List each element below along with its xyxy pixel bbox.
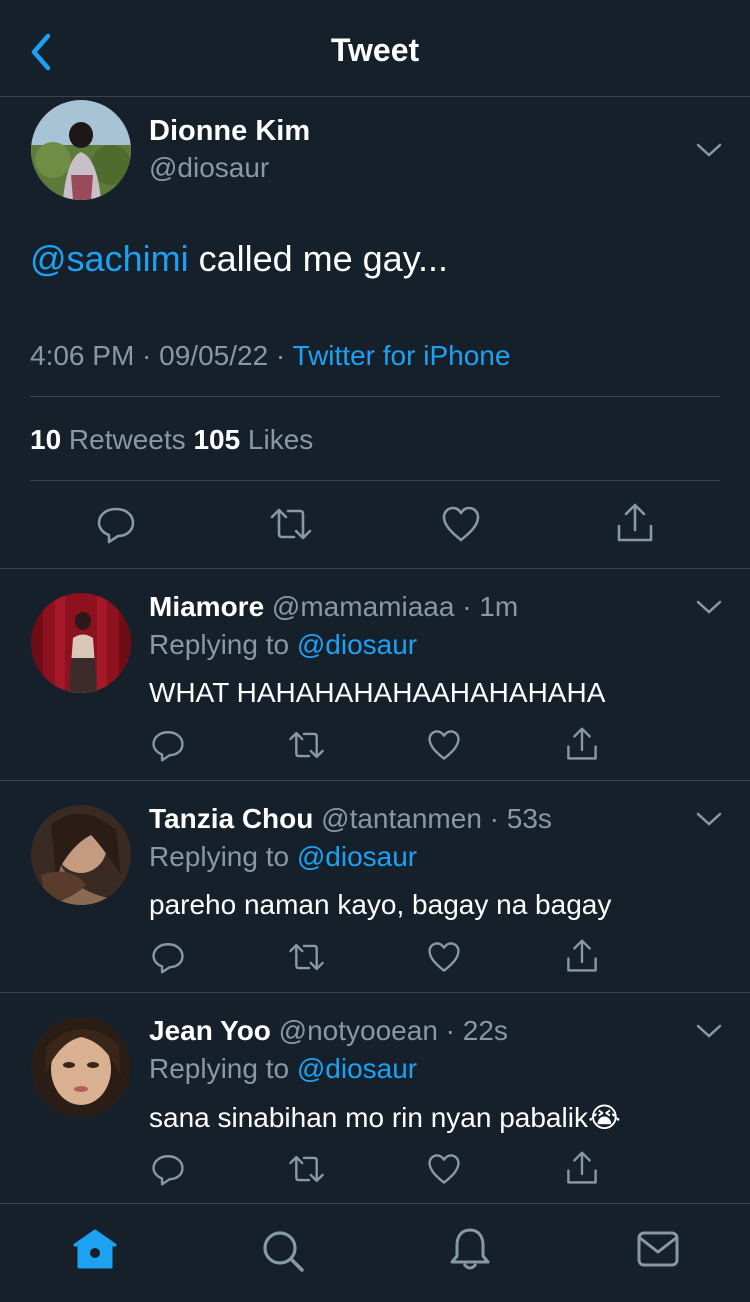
- replying-to: Replying to @diosaur: [149, 629, 417, 661]
- likes-label[interactable]: Likes: [240, 424, 313, 455]
- like-icon[interactable]: [441, 504, 481, 549]
- share-icon[interactable]: [565, 938, 599, 979]
- chevron-down-icon[interactable]: [694, 140, 724, 160]
- reply-author-name[interactable]: Jean Yoo: [149, 1015, 271, 1046]
- author-handle[interactable]: @diosaur: [149, 152, 269, 184]
- replying-label: Replying to: [149, 1053, 297, 1084]
- share-icon[interactable]: [565, 726, 599, 767]
- tweet-body: called me gay...: [188, 238, 449, 279]
- author-name[interactable]: Dionne Kim: [149, 115, 310, 148]
- chevron-down-icon[interactable]: [694, 597, 724, 617]
- reply-header: Jean Yoo @notyooean · 22s: [149, 1015, 508, 1047]
- reply-author-handle[interactable]: @mamamiaaa: [264, 591, 455, 622]
- divider: [0, 992, 750, 993]
- replying-label: Replying to: [149, 841, 297, 872]
- page-title: Tweet: [330, 32, 420, 68]
- reply-author-handle[interactable]: @tantanmen: [313, 803, 482, 834]
- tweet-timestamp: 4:06 PM · 09/05/22 ·: [30, 340, 293, 371]
- chevron-down-icon[interactable]: [694, 1021, 724, 1041]
- divider: [0, 568, 750, 569]
- replying-to: Replying to @diosaur: [149, 841, 417, 873]
- tweet-text: @sachimi called me gay...: [30, 238, 448, 280]
- avatar[interactable]: [31, 100, 131, 200]
- like-icon[interactable]: [427, 940, 461, 979]
- avatar[interactable]: [31, 593, 131, 693]
- avatar[interactable]: [31, 1017, 131, 1117]
- divider: [0, 96, 750, 97]
- share-icon[interactable]: [615, 502, 655, 549]
- reply-text: pareho naman kayo, bagay na bagay: [149, 889, 612, 920]
- like-icon[interactable]: [427, 728, 461, 767]
- retweet-icon[interactable]: [287, 940, 326, 979]
- tweet-meta: 4:06 PM · 09/05/22 · Twitter for iPhone: [30, 340, 510, 372]
- reply-icon[interactable]: [151, 940, 185, 979]
- retweet-icon[interactable]: [287, 1152, 326, 1191]
- reply-text: WHAT HAHAHAHAHAAHAHAHAHA: [149, 677, 606, 708]
- reply-text: sana sinabihan mo rin nyan pabalik😭: [149, 1101, 621, 1134]
- replying-to-link[interactable]: @diosaur: [297, 1053, 417, 1084]
- reply-header: Tanzia Chou @tantanmen · 53s: [149, 803, 552, 835]
- replying-to-link[interactable]: @diosaur: [297, 841, 417, 872]
- divider: [30, 480, 720, 481]
- share-icon[interactable]: [565, 1150, 599, 1191]
- mention-link[interactable]: @sachimi: [30, 238, 189, 279]
- bottom-tab-bar: [0, 1204, 750, 1302]
- reply-header: Miamore @mamamiaaa · 1m: [149, 591, 518, 623]
- reply-icon[interactable]: [151, 728, 185, 767]
- reply-icon[interactable]: [96, 504, 136, 549]
- divider: [30, 396, 720, 397]
- retweet-icon[interactable]: [287, 728, 326, 767]
- crying-emoji-icon: 😭: [587, 1102, 621, 1133]
- search-icon[interactable]: [260, 1228, 306, 1279]
- tweet-source-link[interactable]: Twitter for iPhone: [293, 340, 511, 371]
- divider: [0, 780, 750, 781]
- top-bar: Tweet: [0, 0, 750, 96]
- reply-author-name[interactable]: Tanzia Chou: [149, 803, 313, 834]
- reply-author-handle[interactable]: @notyooean: [271, 1015, 438, 1046]
- notifications-icon[interactable]: [448, 1226, 492, 1277]
- home-icon[interactable]: [71, 1228, 119, 1275]
- reply-age: · 1m: [454, 591, 519, 622]
- like-icon[interactable]: [427, 1152, 461, 1191]
- retweet-icon[interactable]: [268, 504, 314, 549]
- retweets-label[interactable]: Retweets: [61, 424, 193, 455]
- avatar[interactable]: [31, 805, 131, 905]
- like-count[interactable]: 105: [193, 424, 240, 455]
- reply-text-body: sana sinabihan mo rin nyan pabalik: [149, 1102, 588, 1133]
- replying-to: Replying to @diosaur: [149, 1053, 417, 1085]
- reply-author-name[interactable]: Miamore: [149, 591, 264, 622]
- messages-icon[interactable]: [636, 1230, 680, 1273]
- reply-age: · 22s: [437, 1015, 508, 1046]
- reply-age: · 53s: [481, 803, 552, 834]
- reply-icon[interactable]: [151, 1152, 185, 1191]
- chevron-down-icon[interactable]: [694, 809, 724, 829]
- replying-label: Replying to: [149, 629, 297, 660]
- retweet-count[interactable]: 10: [30, 424, 61, 455]
- tweet-stats: 10 Retweets 105 Likes: [30, 424, 313, 456]
- replying-to-link[interactable]: @diosaur: [297, 629, 417, 660]
